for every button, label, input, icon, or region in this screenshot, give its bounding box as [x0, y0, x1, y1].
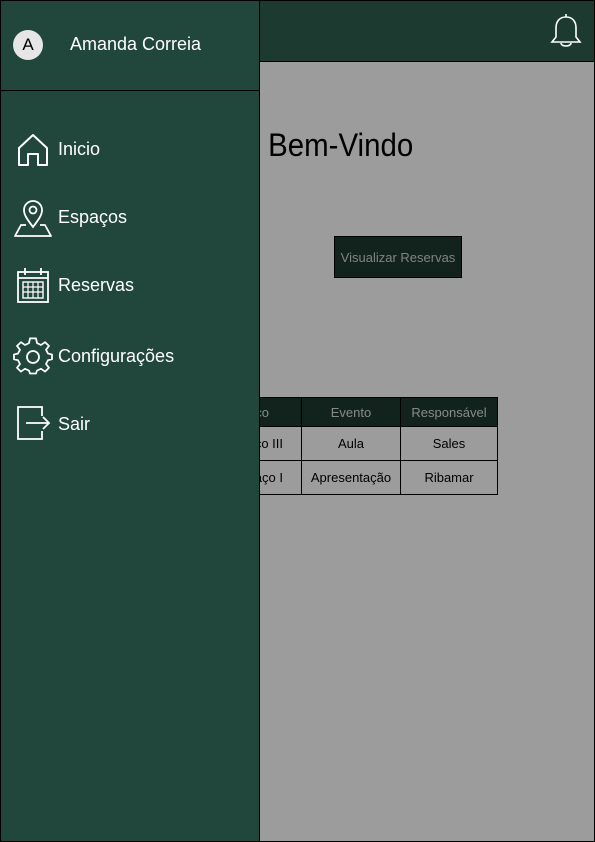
- nav-item-label: Reservas: [58, 275, 135, 295]
- map-pin-icon: [13, 198, 53, 238]
- nav-item-label: Inicio: [58, 139, 101, 159]
- nav-item-inicio[interactable]: Inicio: [1, 125, 259, 175]
- avatar: A: [13, 30, 43, 60]
- nav-item-sair[interactable]: Sair: [1, 400, 259, 450]
- calendar-icon: [13, 266, 53, 306]
- nav-item-label: Espaços: [58, 207, 128, 227]
- nav-item-reservas[interactable]: Reservas: [1, 261, 259, 311]
- user-name: Amanda Correia: [70, 34, 202, 54]
- nav-item-label: Sair: [58, 414, 91, 434]
- app-frame: Seja Bem-Vindo Visualizar Reservas Espaç…: [0, 0, 595, 842]
- user-profile[interactable]: A Amanda Correia: [1, 1, 259, 91]
- home-icon: [13, 130, 53, 170]
- nav-item-label: Configurações: [58, 346, 175, 366]
- navigation-drawer: A Amanda Correia Inicio Espaços Reservas…: [1, 1, 260, 841]
- logout-icon: [13, 405, 53, 445]
- nav-item-espacos[interactable]: Espaços: [1, 193, 259, 243]
- bell-icon[interactable]: [548, 13, 584, 51]
- nav-item-configuracoes[interactable]: Configurações: [1, 332, 259, 382]
- gear-icon: [13, 337, 53, 377]
